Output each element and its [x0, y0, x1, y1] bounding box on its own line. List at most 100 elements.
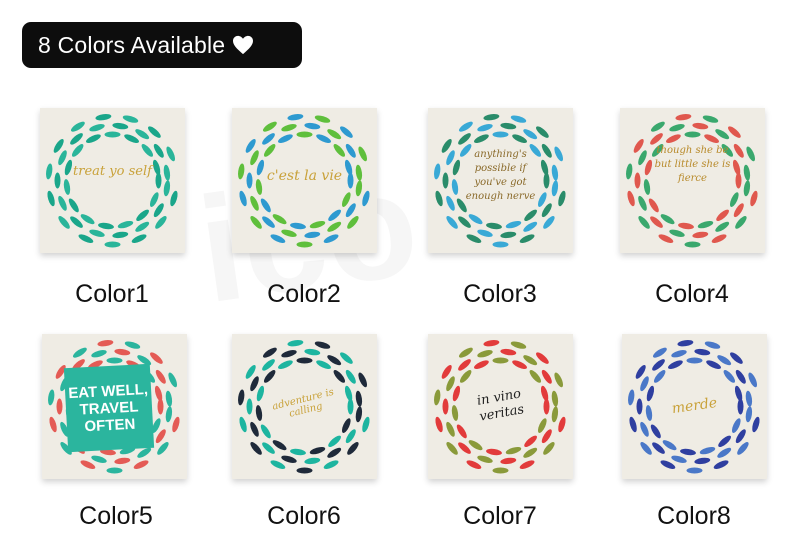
leaf-shape: [694, 457, 711, 465]
leaf-shape: [505, 220, 522, 229]
leaf-shape: [358, 146, 367, 162]
leaf-shape: [362, 190, 370, 207]
leaf-shape: [333, 144, 346, 157]
leaf-shape: [80, 460, 96, 469]
leaf-shape: [290, 222, 306, 230]
leaf-shape: [238, 389, 245, 406]
leaf-shape: [362, 416, 370, 433]
leaf-shape: [458, 121, 473, 132]
leaf-shape: [713, 460, 729, 469]
leaf-shape: [309, 220, 326, 229]
leaf-shape: [669, 124, 685, 132]
leaf-shape: [166, 146, 175, 162]
leaf-shape: [112, 231, 129, 239]
leaf-shape: [677, 340, 694, 347]
leaf-shape: [459, 370, 472, 383]
leaf-shape: [304, 122, 321, 130]
leaf-shape: [150, 192, 159, 207]
leaf-shape: [131, 234, 147, 243]
pillow-image[interactable]: though she be but little she is fierce: [620, 108, 765, 253]
leaf-shape: [474, 360, 489, 369]
leaf-shape: [250, 442, 262, 455]
leaf-shape: [345, 143, 356, 158]
leaf-shape: [523, 447, 538, 458]
colors-available-banner: 8 Colors Available: [22, 22, 302, 68]
leaf-shape: [697, 220, 714, 229]
leaf-shape: [435, 190, 443, 207]
pillow-quote: EAT WELL, TRAVEL OFTEN: [63, 363, 155, 453]
leaf-shape: [95, 114, 112, 121]
leaf-shape: [106, 357, 123, 364]
color-label: Color1: [75, 280, 149, 308]
leaf-shape: [314, 115, 331, 123]
leaf-shape: [355, 406, 363, 423]
leaf-shape: [165, 406, 173, 423]
pillow-image[interactable]: adventure is calling: [232, 334, 377, 479]
leaf-shape: [732, 418, 741, 433]
pillow-image[interactable]: anything's possible if you've got enough…: [428, 108, 573, 253]
leaf-shape: [328, 435, 341, 448]
leaf-shape: [477, 455, 493, 463]
leaf-shape: [323, 234, 339, 243]
pillow-image[interactable]: merde: [622, 334, 767, 479]
leaf-shape: [686, 467, 703, 474]
leaf-shape: [668, 360, 683, 369]
leaf-shape: [752, 416, 760, 433]
pillow-image[interactable]: treat yo self: [40, 108, 185, 253]
leaf-shape: [702, 115, 719, 123]
leaf-shape: [538, 418, 547, 433]
pillow-quote: c'est la vie: [266, 168, 343, 184]
leaf-shape: [72, 347, 87, 358]
leaf-shape: [652, 347, 667, 358]
leaf-shape: [684, 241, 701, 248]
leaf-shape: [483, 114, 500, 121]
leaf-shape: [718, 435, 731, 448]
leaf-shape: [541, 143, 552, 158]
leaf-shape: [650, 121, 665, 132]
leaf-shape: [281, 455, 297, 463]
leaf-shape: [692, 231, 709, 239]
leaf-shape: [466, 460, 482, 469]
leaf-shape: [155, 369, 166, 384]
pillow-image[interactable]: in vino veritas: [428, 334, 573, 479]
leaf-shape: [256, 385, 265, 402]
leaf-shape: [716, 209, 729, 222]
heart-icon: [232, 35, 254, 55]
pillow-image[interactable]: c'est la vie: [232, 108, 377, 253]
color-label: Color7: [463, 502, 537, 530]
leaf-shape: [304, 457, 321, 465]
leaf-shape: [483, 340, 500, 347]
leaf-shape: [653, 370, 666, 383]
leaf-shape: [706, 360, 721, 369]
pillow-image[interactable]: EAT WELL, TRAVEL OFTEN: [42, 334, 187, 479]
leaf-shape: [168, 372, 177, 388]
leaf-shape: [627, 190, 635, 207]
leaf-shape: [104, 241, 121, 248]
leaf-shape: [446, 442, 458, 455]
leaf-shape: [328, 209, 341, 222]
leaf-shape: [270, 234, 286, 243]
leaf-shape: [323, 460, 339, 469]
leaf-shape: [296, 241, 313, 248]
leaf-shape: [281, 350, 297, 358]
leaf-shape: [163, 180, 171, 197]
leaf-shape: [333, 370, 346, 383]
leaf-shape: [91, 455, 107, 463]
leaf-shape: [442, 172, 449, 189]
leaf-shape: [78, 234, 94, 243]
leaf-shape: [658, 234, 674, 243]
leaf-shape: [704, 341, 721, 349]
leaf-shape: [278, 134, 293, 143]
leaf-shape: [70, 121, 85, 132]
leaf-shape: [287, 114, 304, 121]
pillow-quote: anything's possible if you've got enough…: [465, 149, 536, 202]
leaf-shape: [355, 390, 363, 407]
leaf-shape: [114, 348, 131, 356]
leaf-shape: [634, 172, 641, 189]
leaf-shape: [558, 416, 566, 433]
leaf-shape: [510, 341, 527, 349]
leaf-shape: [124, 134, 139, 143]
leaf-shape: [358, 372, 367, 388]
leaf-shape: [446, 421, 455, 437]
leaf-shape: [492, 357, 509, 364]
